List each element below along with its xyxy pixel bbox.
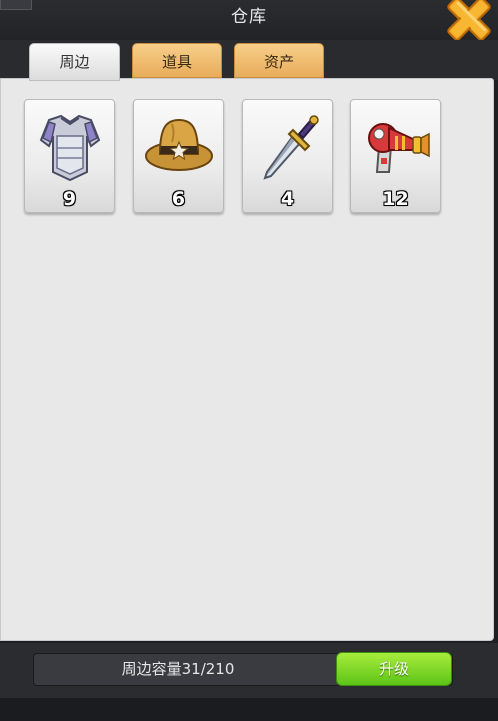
- ray-gun-icon: [368, 123, 430, 173]
- item-count: 12: [382, 188, 409, 210]
- bottom-strip: [0, 698, 498, 721]
- tab-peripherals[interactable]: 周边: [29, 43, 120, 81]
- upgrade-button[interactable]: 升级: [336, 652, 452, 686]
- capacity-label: 周边容量31/210: [121, 660, 235, 678]
- inventory-slot-ray-gun[interactable]: 12: [350, 99, 441, 213]
- item-count: 6: [171, 188, 186, 210]
- inventory-slot-armor[interactable]: 9: [24, 99, 115, 213]
- cowboy-hat-icon: [145, 118, 213, 171]
- item-count: 9: [62, 188, 77, 210]
- item-count: 4: [280, 188, 295, 210]
- armor-icon: [39, 114, 101, 182]
- inventory-slot-cowboy-hat[interactable]: 6: [133, 99, 224, 213]
- tab-assets[interactable]: 资产: [234, 43, 324, 78]
- inventory-slot-dagger[interactable]: 4: [242, 99, 333, 213]
- dagger-icon: [263, 115, 319, 180]
- close-button[interactable]: [440, 0, 498, 42]
- close-icon: [447, 0, 491, 41]
- tab-props[interactable]: 道具: [132, 43, 222, 78]
- title-bar: 仓库: [0, 0, 498, 40]
- window-title: 仓库: [231, 7, 267, 27]
